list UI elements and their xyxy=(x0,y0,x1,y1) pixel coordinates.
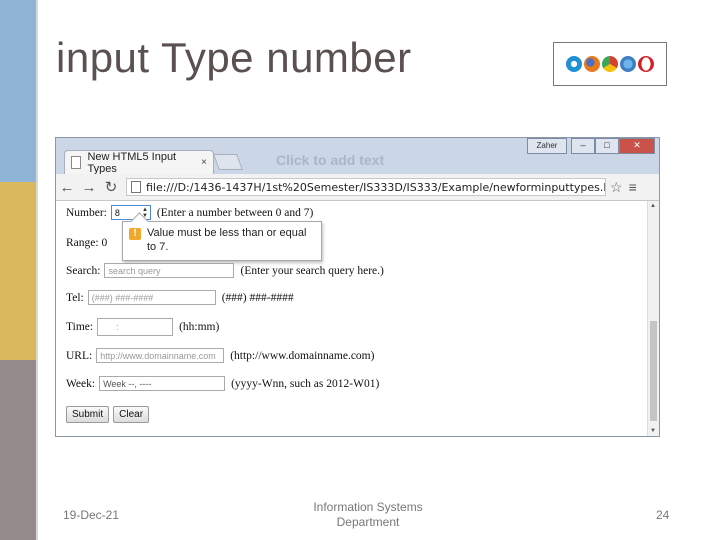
address-url: file:///D:/1436-1437H/1st%20Semester/IS3… xyxy=(146,180,606,194)
scrollbar-thumb[interactable] xyxy=(650,321,657,421)
scroll-up-icon[interactable]: ▲ xyxy=(650,203,656,209)
tab-title: New HTML5 Input Types xyxy=(87,150,177,175)
search-label: Search: xyxy=(66,264,101,277)
scroll-down-icon[interactable]: ▼ xyxy=(650,428,656,434)
window-controls: Zaher – □ ✕ xyxy=(527,138,655,154)
tel-placeholder: (###) ###-#### xyxy=(91,292,154,303)
time-row: Time: : (hh:mm) xyxy=(66,318,219,336)
search-row: Search: search query (Enter your search … xyxy=(66,263,384,278)
internet-explorer-icon xyxy=(566,56,582,72)
tab-close-icon[interactable]: × xyxy=(201,157,207,168)
tooltip-message-line2: to 7. xyxy=(147,241,169,253)
footer-department-line2: Department xyxy=(336,515,400,529)
footer-date: 19-Dec-21 xyxy=(63,508,120,522)
url-label: URL: xyxy=(66,349,93,362)
bookmark-star-icon[interactable]: ☆ xyxy=(610,179,623,196)
footer-department: Information Systems Department xyxy=(308,500,428,530)
tel-row: Tel: (###) ###-#### (###) ###-#### xyxy=(66,290,294,305)
tel-hint: (###) ###-#### xyxy=(221,291,294,304)
firefox-icon xyxy=(584,56,600,72)
browser-toolbar: ← → ↻ file:///D:/1436-1437H/1st%20Semest… xyxy=(56,174,659,201)
opera-icon xyxy=(638,56,654,72)
forward-arrow-icon[interactable]: → xyxy=(78,179,100,196)
week-label: Week: xyxy=(66,377,96,390)
page-number: 24 xyxy=(656,508,670,522)
decorative-bar-gold xyxy=(0,182,36,360)
form-buttons: Submit Clear xyxy=(66,406,153,423)
maximize-button[interactable]: □ xyxy=(595,138,619,154)
close-window-button[interactable]: ✕ xyxy=(619,138,655,154)
time-placeholder: : xyxy=(116,322,119,332)
url-row: URL: http://www.domainname.com (http://w… xyxy=(66,348,374,363)
user-profile-button[interactable]: Zaher xyxy=(527,138,567,154)
safari-icon xyxy=(620,56,636,72)
placeholder-ghost-text: Click to add text xyxy=(276,152,385,168)
minimize-button[interactable]: – xyxy=(571,138,595,154)
week-hint: (yyyy-Wnn, such as 2012-W01) xyxy=(231,377,380,390)
url-placeholder: http://www.domainname.com xyxy=(100,350,216,361)
week-placeholder: Week --, ---- xyxy=(103,378,152,389)
new-tab-button[interactable] xyxy=(213,154,243,170)
search-placeholder: search query xyxy=(108,265,161,276)
url-hint: (http://www.domainname.com) xyxy=(230,349,375,362)
divider-line xyxy=(36,0,38,540)
number-row: Number: 8 ▲ ▼ (Enter a number between 0 a… xyxy=(66,205,313,220)
search-hint: (Enter your search query here.) xyxy=(240,264,384,277)
page-icon xyxy=(71,156,82,169)
browser-titlebar: New HTML5 Input Types × Click to add tex… xyxy=(56,138,659,175)
search-input[interactable]: search query xyxy=(104,263,235,278)
menu-icon[interactable]: ≡ xyxy=(629,179,637,195)
range-row: Range: 0 xyxy=(66,237,111,249)
warning-icon: ! xyxy=(129,228,141,240)
time-hint: (hh:mm) xyxy=(179,321,220,333)
file-icon xyxy=(131,181,141,193)
time-label: Time: xyxy=(66,321,94,333)
address-bar[interactable]: file:///D:/1436-1437H/1st%20Semester/IS3… xyxy=(126,178,606,196)
number-label: Number: xyxy=(66,206,107,219)
range-label: Range: 0 xyxy=(66,237,108,249)
browser-window: New HTML5 Input Types × Click to add tex… xyxy=(55,137,660,437)
time-input[interactable]: : xyxy=(97,318,174,336)
tooltip-message-line1: Value must be less than or equal xyxy=(147,227,307,239)
submit-button[interactable]: Submit xyxy=(66,406,110,423)
browser-tab[interactable]: New HTML5 Input Types × xyxy=(64,150,214,175)
decorative-bar-blue xyxy=(0,0,36,182)
week-row: Week: Week --, ---- (yyyy-Wnn, such as 2… xyxy=(66,376,379,391)
tel-input[interactable]: (###) ###-#### xyxy=(87,290,216,305)
decorative-bar-gray xyxy=(0,360,36,540)
url-input[interactable]: http://www.domainname.com xyxy=(96,348,225,363)
back-arrow-icon[interactable]: ← xyxy=(56,179,78,196)
tel-label: Tel: xyxy=(66,291,84,304)
week-input[interactable]: Week --, ---- xyxy=(99,376,226,391)
vertical-scrollbar[interactable]: ▲ ▼ xyxy=(647,201,659,436)
number-input-value: 8 xyxy=(114,207,120,218)
browser-logos xyxy=(553,42,667,86)
footer-department-line1: Information Systems xyxy=(313,500,423,514)
clear-button[interactable]: Clear xyxy=(113,406,150,423)
chrome-icon xyxy=(602,56,618,72)
page-content: Number: 8 ▲ ▼ (Enter a number between 0 a… xyxy=(56,201,659,436)
number-hint: (Enter a number between 0 and 7) xyxy=(156,206,314,219)
slide-title: input Type number xyxy=(56,34,412,81)
validation-tooltip: ! Value must be less than or equal to 7. xyxy=(122,212,322,261)
reload-icon[interactable]: ↻ xyxy=(100,178,122,196)
